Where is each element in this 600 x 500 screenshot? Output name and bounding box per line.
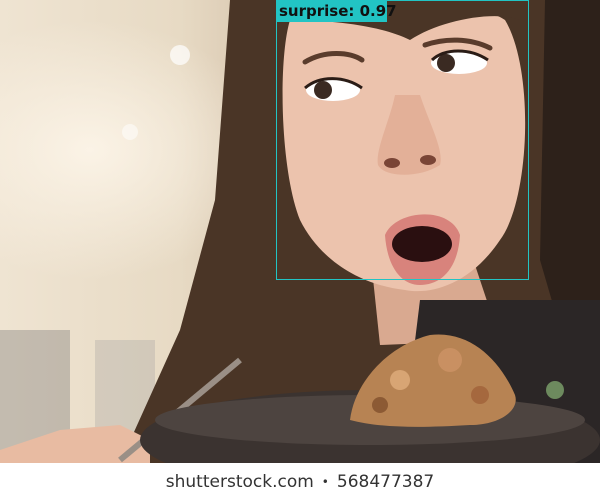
image-frame: surprise: 0.97 shutterstock.com • 568477…	[0, 0, 600, 500]
background-light	[122, 124, 138, 140]
garnish	[546, 381, 564, 399]
watermark-image-number: 568477387	[336, 471, 435, 492]
watermark-separator: •	[321, 474, 329, 489]
food-piece	[471, 386, 489, 404]
watermark-site: shutterstock.com	[165, 471, 314, 492]
face-detection-box	[276, 0, 529, 280]
food-piece	[390, 370, 410, 390]
watermark-bar: shutterstock.com • 568477387	[0, 463, 600, 500]
background-light	[170, 45, 190, 65]
detection-label: surprise: 0.97	[276, 0, 397, 22]
food-piece	[438, 348, 462, 372]
photo: surprise: 0.97	[0, 0, 600, 463]
food-piece	[372, 397, 388, 413]
